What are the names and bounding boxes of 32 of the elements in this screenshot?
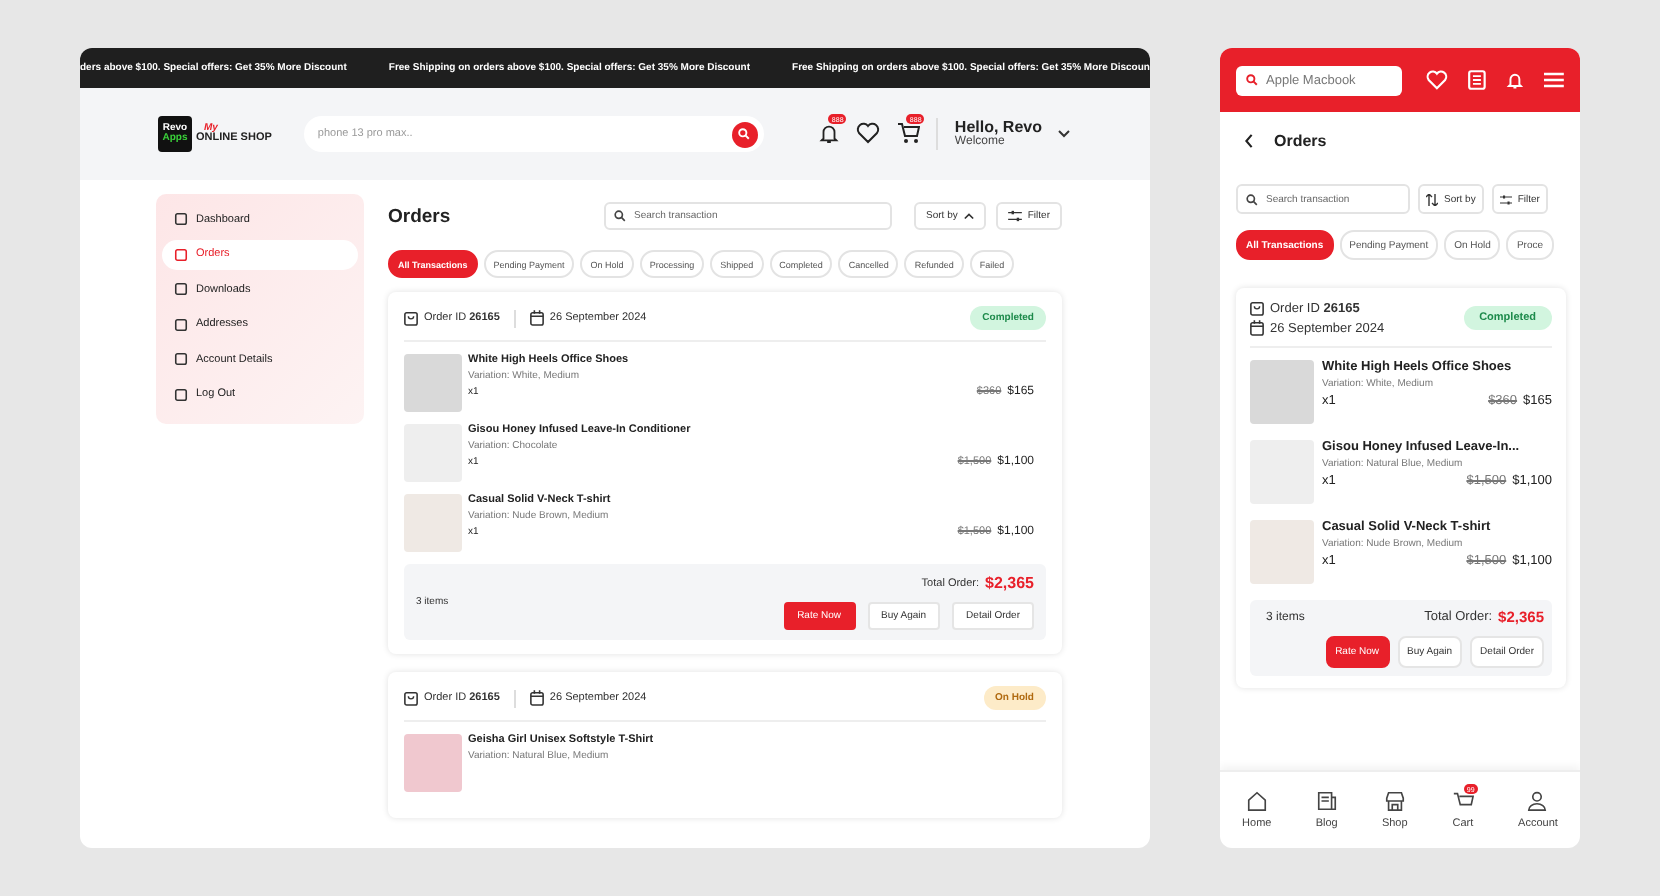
- search-icon: [738, 128, 751, 140]
- product-photo: [404, 494, 462, 552]
- sliders-icon: [1007, 210, 1022, 222]
- chevron-up-icon: [963, 212, 974, 220]
- calendar-icon: [529, 690, 544, 706]
- product-photo: [404, 354, 462, 412]
- page-title: Orders: [388, 205, 451, 227]
- back-icon[interactable]: [1244, 133, 1254, 147]
- calendar-icon: [1250, 320, 1264, 336]
- product-photo: [1250, 520, 1314, 584]
- heart-icon[interactable]: [856, 122, 881, 145]
- calendar-icon: [529, 310, 544, 326]
- bell-icon[interactable]: [1506, 70, 1525, 90]
- chevron-down-icon[interactable]: [1058, 129, 1070, 138]
- search-icon: [614, 210, 627, 222]
- bag-icon: [404, 310, 418, 326]
- product-photo: [1250, 360, 1314, 424]
- order-total: $2,365: [985, 574, 1034, 592]
- search-icon: [1246, 74, 1258, 86]
- search-icon: [1246, 193, 1258, 205]
- search-button[interactable]: [731, 121, 758, 147]
- sliders-icon: [1499, 193, 1512, 205]
- home-icon: [1245, 790, 1268, 812]
- bag-icon: [404, 690, 418, 706]
- page-title: Orders: [1274, 131, 1327, 149]
- book-icon: [1315, 790, 1338, 812]
- sort-arrows-icon: [1426, 193, 1438, 205]
- store-icon: [1383, 790, 1406, 812]
- bag-icon: [1250, 300, 1264, 316]
- greeting-text: Hello, Revo: [954, 117, 1042, 136]
- product-photo: [404, 734, 462, 792]
- menu-icon[interactable]: [1544, 72, 1564, 88]
